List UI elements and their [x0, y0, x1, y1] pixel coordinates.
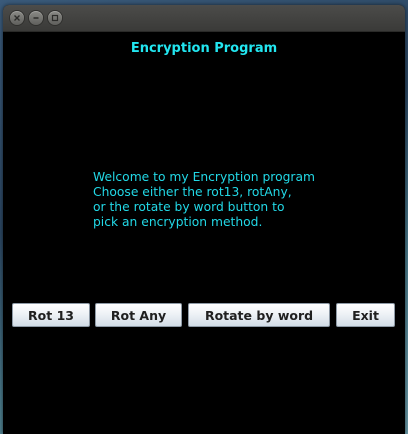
welcome-line-4: pick an encryption method. — [93, 215, 263, 229]
close-icon — [14, 15, 20, 21]
exit-button[interactable]: Exit — [336, 303, 395, 327]
rot13-button[interactable]: Rot 13 — [12, 303, 90, 327]
minimize-window-button[interactable] — [29, 11, 43, 25]
title-bar[interactable] — [3, 5, 405, 32]
close-window-button[interactable] — [10, 11, 24, 25]
rot-any-button[interactable]: Rot Any — [95, 303, 182, 327]
content-panel: Encryption Program Welcome to my Encrypt… — [3, 32, 405, 434]
maximize-icon — [51, 14, 59, 22]
program-title: Encryption Program — [130, 41, 278, 56]
minimize-icon — [33, 17, 39, 19]
rotate-by-word-button[interactable]: Rotate by word — [188, 303, 330, 327]
app-window: Encryption Program Welcome to my Encrypt… — [3, 5, 405, 434]
welcome-message: Welcome to my Encryption program Choose … — [93, 170, 333, 230]
button-row: Rot 13 Rot Any Rotate by word Exit — [3, 303, 405, 329]
maximize-window-button[interactable] — [48, 11, 62, 25]
welcome-line-3: or the rotate by word button to — [93, 200, 285, 214]
welcome-line-1: Welcome to my Encryption program — [93, 170, 315, 184]
welcome-line-2: Choose either the rot13, rotAny, — [93, 185, 292, 199]
